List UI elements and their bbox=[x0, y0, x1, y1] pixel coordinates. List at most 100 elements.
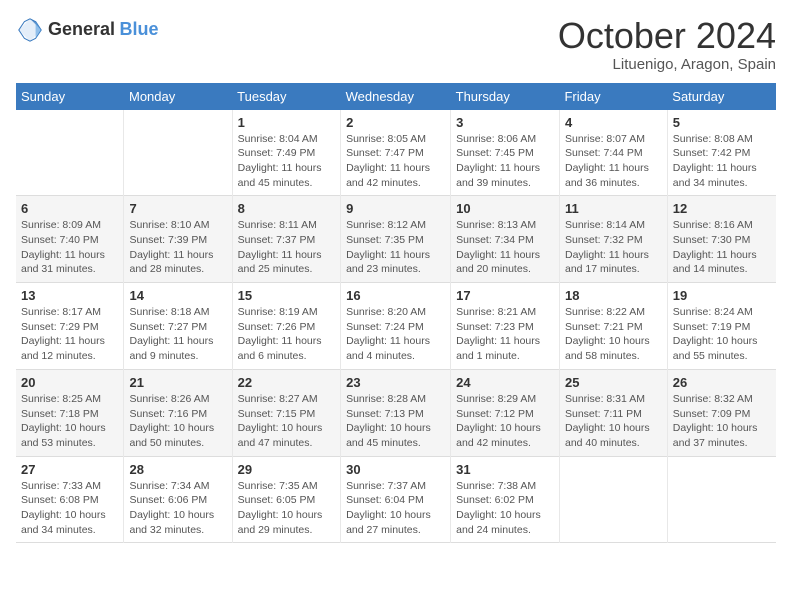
weekday-monday: Monday bbox=[124, 83, 232, 110]
day-info: Sunrise: 8:04 AM Sunset: 7:49 PM Dayligh… bbox=[238, 132, 335, 191]
calendar-cell bbox=[124, 110, 232, 196]
logo-text: General Blue bbox=[48, 20, 159, 40]
calendar-cell: 22 Sunrise: 8:27 AM Sunset: 7:15 PM Dayli… bbox=[232, 369, 340, 456]
day-number: 27 bbox=[21, 462, 118, 477]
day-number: 18 bbox=[565, 288, 662, 303]
day-number: 6 bbox=[21, 201, 118, 216]
day-info: Sunrise: 8:19 AM Sunset: 7:26 PM Dayligh… bbox=[238, 305, 335, 364]
calendar-cell: 5 Sunrise: 8:08 AM Sunset: 7:42 PM Daylig… bbox=[667, 110, 776, 196]
day-info: Sunrise: 8:06 AM Sunset: 7:45 PM Dayligh… bbox=[456, 132, 554, 191]
day-info: Sunrise: 8:18 AM Sunset: 7:27 PM Dayligh… bbox=[129, 305, 226, 364]
logo: General Blue bbox=[16, 16, 159, 44]
calendar-cell: 20 Sunrise: 8:25 AM Sunset: 7:18 PM Dayli… bbox=[16, 369, 124, 456]
day-info: Sunrise: 8:29 AM Sunset: 7:12 PM Dayligh… bbox=[456, 392, 554, 451]
calendar-cell: 12Sunrise: 8:16 AM Sunset: 7:30 PM Dayli… bbox=[667, 196, 776, 283]
calendar-cell: 17 Sunrise: 8:21 AM Sunset: 7:23 PM Dayli… bbox=[451, 283, 560, 370]
day-info: Sunrise: 8:14 AM Sunset: 7:32 PM Dayligh… bbox=[565, 218, 662, 277]
calendar-cell: 15 Sunrise: 8:19 AM Sunset: 7:26 PM Dayli… bbox=[232, 283, 340, 370]
day-info: Sunrise: 8:05 AM Sunset: 7:47 PM Dayligh… bbox=[346, 132, 445, 191]
day-info: Sunrise: 8:12 AM Sunset: 7:35 PM Dayligh… bbox=[346, 218, 445, 277]
day-number: 5 bbox=[673, 115, 771, 130]
day-number: 30 bbox=[346, 462, 445, 477]
logo-blue: Blue bbox=[120, 19, 159, 39]
calendar-cell: 11 Sunrise: 8:14 AM Sunset: 7:32 PM Dayli… bbox=[559, 196, 667, 283]
day-number: 20 bbox=[21, 375, 118, 390]
title-area: October 2024 Lituenigo, Aragon, Spain bbox=[558, 16, 776, 73]
day-info: Sunrise: 8:24 AM Sunset: 7:19 PM Dayligh… bbox=[673, 305, 771, 364]
day-number: 3 bbox=[456, 115, 554, 130]
day-number: 10 bbox=[456, 201, 554, 216]
day-number: 9 bbox=[346, 201, 445, 216]
day-info: Sunrise: 7:38 AM Sunset: 6:02 PM Dayligh… bbox=[456, 479, 554, 538]
calendar-cell: 30 Sunrise: 7:37 AM Sunset: 6:04 PM Dayli… bbox=[341, 456, 451, 543]
calendar-cell: 18 Sunrise: 8:22 AM Sunset: 7:21 PM Dayli… bbox=[559, 283, 667, 370]
calendar-cell: 19 Sunrise: 8:24 AM Sunset: 7:19 PM Dayli… bbox=[667, 283, 776, 370]
calendar-body: 1 Sunrise: 8:04 AM Sunset: 7:49 PM Daylig… bbox=[16, 110, 776, 543]
day-number: 11 bbox=[565, 201, 662, 216]
day-info: Sunrise: 8:32 AM Sunset: 7:09 PM Dayligh… bbox=[673, 392, 771, 451]
calendar-cell: 8Sunrise: 8:11 AM Sunset: 7:37 PM Daylig… bbox=[232, 196, 340, 283]
day-number: 1 bbox=[238, 115, 335, 130]
calendar-header: SundayMondayTuesdayWednesdayThursdayFrid… bbox=[16, 83, 776, 110]
day-number: 4 bbox=[565, 115, 662, 130]
day-info: Sunrise: 8:08 AM Sunset: 7:42 PM Dayligh… bbox=[673, 132, 771, 191]
day-info: Sunrise: 8:28 AM Sunset: 7:13 PM Dayligh… bbox=[346, 392, 445, 451]
weekday-friday: Friday bbox=[559, 83, 667, 110]
calendar-cell: 26 Sunrise: 8:32 AM Sunset: 7:09 PM Dayli… bbox=[667, 369, 776, 456]
day-number: 15 bbox=[238, 288, 335, 303]
calendar-cell: 29Sunrise: 7:35 AM Sunset: 6:05 PM Dayli… bbox=[232, 456, 340, 543]
location: Lituenigo, Aragon, Spain bbox=[558, 56, 776, 73]
weekday-saturday: Saturday bbox=[667, 83, 776, 110]
weekday-tuesday: Tuesday bbox=[232, 83, 340, 110]
calendar-cell: 10 Sunrise: 8:13 AM Sunset: 7:34 PM Dayli… bbox=[451, 196, 560, 283]
day-number: 28 bbox=[129, 462, 226, 477]
day-number: 12 bbox=[673, 201, 771, 216]
day-number: 24 bbox=[456, 375, 554, 390]
calendar-cell bbox=[559, 456, 667, 543]
day-info: Sunrise: 8:22 AM Sunset: 7:21 PM Dayligh… bbox=[565, 305, 662, 364]
calendar-cell: 9 Sunrise: 8:12 AM Sunset: 7:35 PM Daylig… bbox=[341, 196, 451, 283]
day-number: 7 bbox=[129, 201, 226, 216]
calendar-cell: 7 Sunrise: 8:10 AM Sunset: 7:39 PM Daylig… bbox=[124, 196, 232, 283]
weekday-sunday: Sunday bbox=[16, 83, 124, 110]
calendar-cell: 4Sunrise: 8:07 AM Sunset: 7:44 PM Daylig… bbox=[559, 110, 667, 196]
page-header: General Blue October 2024 Lituenigo, Ara… bbox=[16, 16, 776, 73]
day-info: Sunrise: 8:20 AM Sunset: 7:24 PM Dayligh… bbox=[346, 305, 445, 364]
calendar-cell: 16 Sunrise: 8:20 AM Sunset: 7:24 PM Dayli… bbox=[341, 283, 451, 370]
calendar-week-row: 1 Sunrise: 8:04 AM Sunset: 7:49 PM Daylig… bbox=[16, 110, 776, 196]
day-number: 13 bbox=[21, 288, 118, 303]
day-number: 16 bbox=[346, 288, 445, 303]
day-info: Sunrise: 8:10 AM Sunset: 7:39 PM Dayligh… bbox=[129, 218, 226, 277]
day-number: 19 bbox=[673, 288, 771, 303]
calendar-cell: 6 Sunrise: 8:09 AM Sunset: 7:40 PM Daylig… bbox=[16, 196, 124, 283]
day-number: 22 bbox=[238, 375, 335, 390]
day-info: Sunrise: 8:09 AM Sunset: 7:40 PM Dayligh… bbox=[21, 218, 118, 277]
day-info: Sunrise: 7:34 AM Sunset: 6:06 PM Dayligh… bbox=[129, 479, 226, 538]
day-info: Sunrise: 8:31 AM Sunset: 7:11 PM Dayligh… bbox=[565, 392, 662, 451]
calendar-cell: 28 Sunrise: 7:34 AM Sunset: 6:06 PM Dayli… bbox=[124, 456, 232, 543]
calendar-cell bbox=[16, 110, 124, 196]
day-number: 26 bbox=[673, 375, 771, 390]
day-info: Sunrise: 8:21 AM Sunset: 7:23 PM Dayligh… bbox=[456, 305, 554, 364]
logo-general: General bbox=[48, 19, 115, 39]
calendar-table: SundayMondayTuesdayWednesdayThursdayFrid… bbox=[16, 83, 776, 544]
calendar-week-row: 6 Sunrise: 8:09 AM Sunset: 7:40 PM Daylig… bbox=[16, 196, 776, 283]
weekday-thursday: Thursday bbox=[451, 83, 560, 110]
day-info: Sunrise: 8:25 AM Sunset: 7:18 PM Dayligh… bbox=[21, 392, 118, 451]
calendar-cell: 21Sunrise: 8:26 AM Sunset: 7:16 PM Dayli… bbox=[124, 369, 232, 456]
day-number: 25 bbox=[565, 375, 662, 390]
calendar-cell: 24 Sunrise: 8:29 AM Sunset: 7:12 PM Dayli… bbox=[451, 369, 560, 456]
day-number: 23 bbox=[346, 375, 445, 390]
calendar-week-row: 13Sunrise: 8:17 AM Sunset: 7:29 PM Dayli… bbox=[16, 283, 776, 370]
day-info: Sunrise: 8:26 AM Sunset: 7:16 PM Dayligh… bbox=[129, 392, 226, 451]
day-number: 17 bbox=[456, 288, 554, 303]
calendar-cell: 2Sunrise: 8:05 AM Sunset: 7:47 PM Daylig… bbox=[341, 110, 451, 196]
day-info: Sunrise: 8:13 AM Sunset: 7:34 PM Dayligh… bbox=[456, 218, 554, 277]
day-info: Sunrise: 8:27 AM Sunset: 7:15 PM Dayligh… bbox=[238, 392, 335, 451]
calendar-cell bbox=[667, 456, 776, 543]
day-number: 14 bbox=[129, 288, 226, 303]
calendar-cell: 3 Sunrise: 8:06 AM Sunset: 7:45 PM Daylig… bbox=[451, 110, 560, 196]
logo-icon bbox=[16, 16, 44, 44]
day-info: Sunrise: 8:11 AM Sunset: 7:37 PM Dayligh… bbox=[238, 218, 335, 277]
day-info: Sunrise: 7:37 AM Sunset: 6:04 PM Dayligh… bbox=[346, 479, 445, 538]
